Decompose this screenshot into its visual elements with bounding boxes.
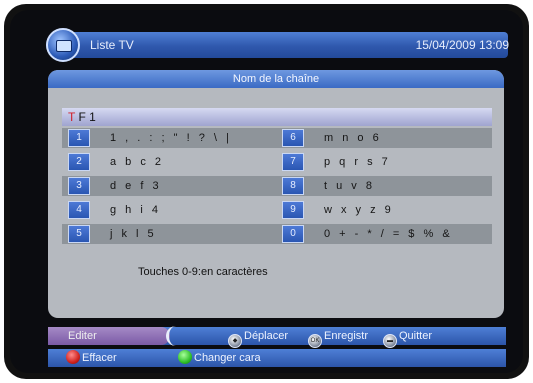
change-chars-button[interactable]: Changer cara: [178, 349, 261, 367]
red-button-icon: [66, 350, 80, 364]
key-5[interactable]: 5: [68, 225, 90, 243]
key-2-chars: a b c 2: [110, 156, 165, 168]
move-label: Déplacer: [244, 330, 289, 342]
key-row: 2 a b c 2 7 p q r s 7: [62, 152, 492, 172]
exit-icon: ▬: [383, 334, 397, 348]
key-9[interactable]: 9: [282, 201, 304, 219]
key-2[interactable]: 2: [68, 153, 90, 171]
key-1[interactable]: 1: [68, 129, 90, 147]
mode-tab-editer[interactable]: Editer: [48, 327, 170, 345]
move-hint[interactable]: ◆ Déplacer: [228, 327, 289, 348]
key-9-chars: w x y z 9: [324, 204, 394, 216]
tab-divider: [166, 326, 188, 346]
key-5-chars: j k l 5: [110, 228, 157, 240]
key-4-chars: g h i 4: [110, 204, 161, 216]
input-text: F 1: [75, 110, 96, 124]
dpad-icon: ◆: [228, 334, 242, 348]
key-row: 5 j k l 5 0 0 + - * / = $ % &: [62, 224, 492, 244]
key-1-chars: 1 , . : ; " ! ? \ |: [110, 132, 232, 144]
change-label: Changer cara: [194, 352, 261, 364]
tv-screen: Liste TV 15/04/2009 13:09 Nom de la chaî…: [10, 10, 523, 373]
key-7-chars: p q r s 7: [324, 156, 391, 168]
erase-button[interactable]: Effacer: [66, 349, 117, 367]
page-title: Liste TV: [90, 38, 134, 52]
key-row: 4 g h i 4 9 w x y z 9: [62, 200, 492, 220]
key-row: 1 1 , . : ; " ! ? \ | 6 m n o 6: [62, 128, 492, 148]
key-8[interactable]: 8: [282, 177, 304, 195]
key-4[interactable]: 4: [68, 201, 90, 219]
key-0[interactable]: 0: [282, 225, 304, 243]
name-editor-panel: Nom de la chaîne T F 1 1 1 , . : ; " ! ?…: [48, 70, 504, 318]
key-7[interactable]: 7: [282, 153, 304, 171]
panel-title: Nom de la chaîne: [48, 70, 504, 88]
tv-list-icon: [46, 28, 80, 62]
key-6-chars: m n o 6: [324, 132, 382, 144]
erase-label: Effacer: [82, 352, 117, 364]
key-3-chars: d e f 3: [110, 180, 162, 192]
key-0-chars: 0 + - * / = $ % &: [324, 228, 453, 240]
ok-icon: OK: [308, 334, 322, 348]
exit-label: Quitter: [399, 330, 433, 342]
save-hint[interactable]: OK Enregistr: [308, 327, 369, 348]
exit-hint[interactable]: ▬ Quitter: [383, 327, 433, 348]
datetime: 15/04/2009 13:09: [415, 38, 509, 52]
key-3[interactable]: 3: [68, 177, 90, 195]
key-8-chars: t u v 8: [324, 180, 375, 192]
key-6[interactable]: 6: [282, 129, 304, 147]
tv-frame: Liste TV 15/04/2009 13:09 Nom de la chaî…: [4, 4, 529, 379]
key-row: 3 d e f 3 8 t u v 8: [62, 176, 492, 196]
channel-name-input[interactable]: T F 1: [62, 108, 492, 126]
green-button-icon: [178, 350, 192, 364]
input-hint: Touches 0-9:en caractères: [138, 266, 268, 278]
save-label: Enregistr: [324, 330, 369, 342]
